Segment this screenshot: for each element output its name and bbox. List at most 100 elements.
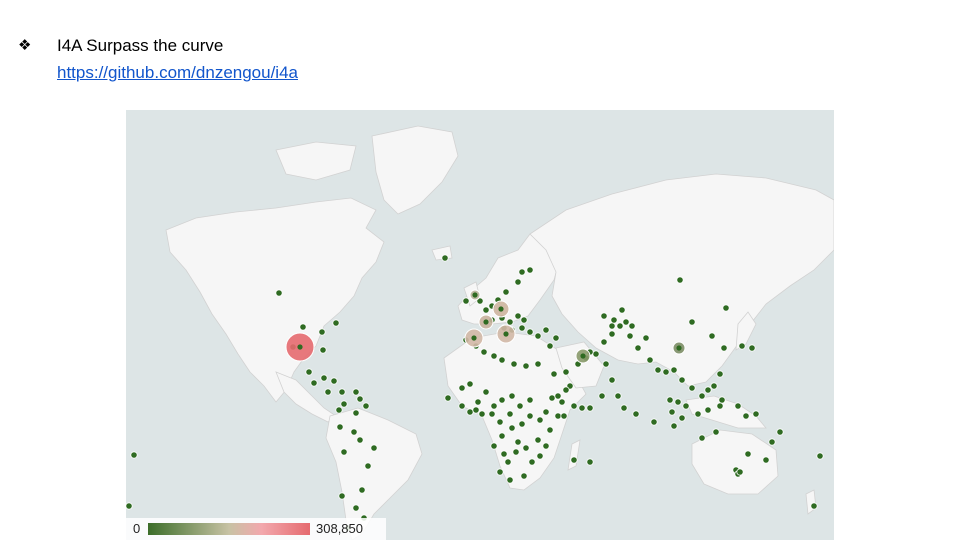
case-marker[interactable] (528, 458, 536, 466)
case-marker[interactable] (518, 420, 526, 428)
case-marker[interactable] (674, 398, 682, 406)
case-marker[interactable] (738, 342, 746, 350)
case-marker[interactable] (472, 406, 480, 414)
case-marker[interactable] (688, 318, 696, 326)
case-marker[interactable] (712, 428, 720, 436)
case-marker[interactable] (356, 436, 364, 444)
case-marker[interactable] (318, 328, 326, 336)
case-marker[interactable] (518, 324, 526, 332)
case-marker[interactable] (506, 476, 514, 484)
case-marker[interactable] (299, 323, 307, 331)
case-marker[interactable] (554, 412, 562, 420)
case-marker[interactable] (305, 368, 313, 376)
case-marker[interactable] (352, 409, 360, 417)
case-marker[interactable] (736, 468, 744, 476)
case-marker[interactable] (670, 366, 678, 374)
case-marker[interactable] (678, 414, 686, 422)
case-marker[interactable] (616, 322, 624, 330)
case-marker[interactable] (441, 254, 449, 262)
case-marker[interactable] (698, 434, 706, 442)
case-marker[interactable] (682, 402, 690, 410)
case-marker[interactable] (720, 344, 728, 352)
case-marker[interactable] (722, 304, 730, 312)
case-marker[interactable] (600, 338, 608, 346)
case-marker[interactable] (618, 306, 626, 314)
case-marker[interactable] (650, 418, 658, 426)
case-marker[interactable] (586, 404, 594, 412)
case-marker[interactable] (526, 266, 534, 274)
case-marker[interactable] (546, 342, 554, 350)
case-marker[interactable] (586, 458, 594, 466)
case-marker[interactable] (490, 402, 498, 410)
case-marker[interactable] (634, 344, 642, 352)
case-marker[interactable] (496, 468, 504, 476)
case-marker[interactable] (510, 360, 518, 368)
case-marker[interactable] (518, 268, 526, 276)
case-marker[interactable] (554, 392, 562, 400)
case-marker[interactable] (748, 344, 756, 352)
case-marker[interactable] (466, 408, 474, 416)
case-marker[interactable] (600, 312, 608, 320)
case-marker[interactable] (734, 402, 742, 410)
case-marker[interactable] (628, 322, 636, 330)
case-marker[interactable] (708, 332, 716, 340)
case-marker[interactable] (340, 448, 348, 456)
case-marker[interactable] (330, 377, 338, 385)
case-marker[interactable] (335, 406, 343, 414)
case-marker[interactable] (320, 374, 328, 382)
case-marker[interactable] (578, 404, 586, 412)
case-marker[interactable] (275, 289, 283, 297)
case-marker[interactable] (500, 450, 508, 458)
github-link[interactable]: https://github.com/dnzengou/i4a (57, 63, 298, 83)
case-marker[interactable] (546, 426, 554, 434)
case-marker[interactable] (498, 396, 506, 404)
case-marker[interactable] (762, 456, 770, 464)
case-marker[interactable] (502, 288, 510, 296)
case-marker[interactable] (526, 412, 534, 420)
case-marker[interactable] (514, 278, 522, 286)
case-marker[interactable] (520, 472, 528, 480)
case-marker[interactable] (698, 392, 706, 400)
case-marker[interactable] (620, 404, 628, 412)
case-marker[interactable] (710, 382, 718, 390)
case-marker[interactable] (742, 412, 750, 420)
case-marker[interactable] (810, 502, 818, 510)
case-marker[interactable] (552, 334, 560, 342)
case-marker[interactable] (718, 396, 726, 404)
case-marker[interactable] (542, 442, 550, 450)
case-marker[interactable] (608, 330, 616, 338)
case-marker[interactable] (516, 402, 524, 410)
case-marker[interactable] (622, 318, 630, 326)
case-marker[interactable] (536, 416, 544, 424)
case-marker[interactable] (744, 450, 752, 458)
case-marker[interactable] (362, 402, 370, 410)
case-marker[interactable] (562, 368, 570, 376)
case-marker[interactable] (350, 428, 358, 436)
case-marker[interactable] (570, 402, 578, 410)
case-marker[interactable] (550, 370, 558, 378)
case-marker[interactable] (534, 332, 542, 340)
case-marker[interactable] (488, 410, 496, 418)
case-marker[interactable] (522, 362, 530, 370)
case-marker[interactable] (310, 379, 318, 387)
case-marker[interactable] (336, 423, 344, 431)
case-marker[interactable] (694, 410, 702, 418)
case-marker[interactable] (514, 312, 522, 320)
case-marker[interactable] (768, 438, 776, 446)
case-marker[interactable] (560, 412, 568, 420)
case-marker[interactable] (592, 350, 600, 358)
case-marker[interactable] (534, 360, 542, 368)
case-marker[interactable] (704, 386, 712, 394)
case-marker[interactable] (506, 318, 514, 326)
case-marker[interactable] (646, 356, 654, 364)
case-marker[interactable] (626, 332, 634, 340)
case-marker[interactable] (526, 328, 534, 336)
case-marker[interactable] (542, 408, 550, 416)
case-marker[interactable] (506, 410, 514, 418)
case-marker[interactable] (642, 334, 650, 342)
case-marker[interactable] (332, 319, 340, 327)
case-marker[interactable] (534, 436, 542, 444)
case-marker[interactable] (338, 492, 346, 500)
case-marker[interactable] (496, 418, 504, 426)
world-bubble-map[interactable]: 0 308,850 (126, 110, 834, 540)
